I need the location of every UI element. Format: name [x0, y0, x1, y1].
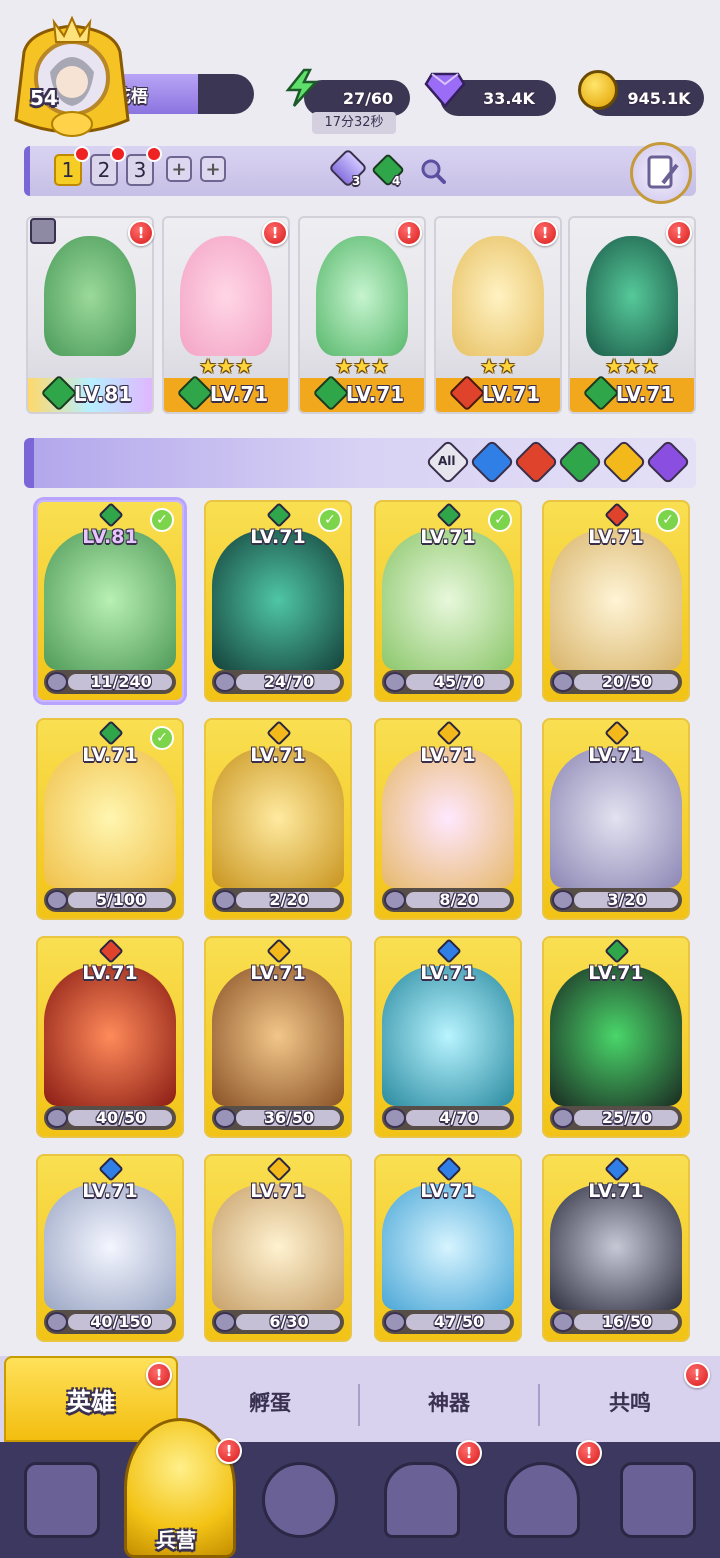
team-3-alert: [146, 146, 162, 162]
filter-all-label: All: [438, 454, 456, 468]
star-rating: ★★★: [335, 354, 389, 378]
map-icon[interactable]: [262, 1462, 338, 1538]
alert-badge: !: [216, 1438, 242, 1464]
hero-card[interactable]: LV.71 40/150: [36, 1154, 184, 1342]
alert-badge: !: [532, 220, 558, 246]
star-rating: ★★: [480, 354, 516, 378]
hero-level: LV.71: [250, 1180, 306, 1202]
hero-level: LV.71: [588, 526, 644, 548]
search-icon[interactable]: [420, 158, 446, 184]
alert-badge: !: [396, 220, 422, 246]
alert-badge: !: [262, 220, 288, 246]
hero-shards: 8/20: [439, 890, 479, 909]
hero-level: LV.71: [420, 526, 476, 548]
hero-shards: 40/150: [90, 1312, 152, 1331]
player-level: 54: [30, 86, 58, 110]
hero-shards: 25/70: [601, 1108, 653, 1127]
hero-card[interactable]: ✓ LV.81 11/240: [36, 500, 184, 702]
hero-card[interactable]: ✓ LV.71 20/50: [542, 500, 690, 702]
temple-icon[interactable]: [384, 1462, 460, 1538]
hero-shards: 5/100: [95, 890, 147, 909]
edit-team-button[interactable]: [630, 142, 692, 204]
hero-card[interactable]: LV.71 6/30: [204, 1154, 352, 1342]
guild-icon[interactable]: [620, 1462, 696, 1538]
hero-card[interactable]: LV.71 16/50: [542, 1154, 690, 1342]
hero-shards: 45/70: [433, 672, 485, 691]
hero-card[interactable]: LV.71 2/20: [204, 718, 352, 920]
hero-card[interactable]: LV.71 25/70: [542, 936, 690, 1138]
hero-level: LV.81: [82, 526, 138, 548]
gem-value: 33.4K: [483, 88, 535, 108]
hero-level: LV.71: [250, 744, 306, 766]
team-hero-slot-1[interactable]: LV.81: [26, 216, 154, 414]
gem-icon: [424, 70, 466, 108]
team-1-alert: [74, 146, 90, 162]
tab-hatch[interactable]: 孵蛋: [182, 1370, 358, 1434]
hero-level: LV.71: [82, 744, 138, 766]
hero-shards: 6/30: [269, 1312, 309, 1331]
gold-value: 945.1K: [627, 88, 691, 108]
hero-shards: 47/50: [433, 1312, 485, 1331]
cards-icon[interactable]: [24, 1462, 100, 1538]
hero-shards: 11/240: [90, 672, 152, 691]
hero-level: LV.71: [82, 962, 138, 984]
hero-level: LV.71: [250, 962, 306, 984]
alert-badge: !: [128, 220, 154, 246]
star-rating: ★★★: [605, 354, 659, 378]
avatar[interactable]: [10, 12, 134, 138]
alert-badge: !: [576, 1440, 602, 1466]
team-2-alert: [110, 146, 126, 162]
energy-timer: 17分32秒: [312, 112, 396, 134]
energy-value: 27/60: [342, 88, 394, 108]
hero-shards: 24/70: [263, 672, 315, 691]
hero-card[interactable]: LV.71 3/20: [542, 718, 690, 920]
hero-shards: 40/50: [95, 1108, 147, 1127]
alert-badge: !: [456, 1440, 482, 1466]
energy-icon: [282, 68, 322, 108]
hero-card[interactable]: ✓ LV.71 45/70: [374, 500, 522, 702]
hero-level: LV.71: [588, 744, 644, 766]
hero-level: LV.71: [250, 526, 306, 548]
hero-shards: 2/20: [269, 890, 309, 909]
star-rating: ★★★: [199, 354, 253, 378]
hero-level: LV.71: [82, 1180, 138, 1202]
hero-level: LV.71: [588, 1180, 644, 1202]
rank-ii-icon: [30, 218, 56, 244]
add-team-button-2[interactable]: +: [200, 156, 226, 182]
alert-badge: !: [146, 1362, 172, 1388]
mushroom-icon[interactable]: [504, 1462, 580, 1538]
hero-level: LV.71: [420, 744, 476, 766]
team-hero-slot-2[interactable]: ★★★ LV.71: [162, 216, 290, 414]
green-count: 4: [392, 174, 401, 188]
hero-shards: 20/50: [601, 672, 653, 691]
alert-badge: !: [684, 1362, 710, 1388]
nav-barracks-label: 兵营: [156, 1528, 196, 1552]
hero-card[interactable]: LV.71 4/70: [374, 936, 522, 1138]
hero-shards: 4/70: [439, 1108, 479, 1127]
hero-card[interactable]: LV.71 47/50: [374, 1154, 522, 1342]
hero-shards: 3/20: [607, 890, 647, 909]
hero-card[interactable]: ✓ LV.71 5/100: [36, 718, 184, 920]
hero-level: LV.71: [420, 962, 476, 984]
alert-badge: !: [666, 220, 692, 246]
gold-coin-icon: [578, 70, 618, 110]
tab-heroes-label: 英雄: [67, 1387, 115, 1416]
hero-card[interactable]: LV.71 36/50: [204, 936, 352, 1138]
hero-shards: 16/50: [601, 1312, 653, 1331]
hero-card[interactable]: ✓ LV.71 24/70: [204, 500, 352, 702]
hero-level: LV.71: [588, 962, 644, 984]
tab-artifacts[interactable]: 神器: [360, 1370, 538, 1434]
hero-card[interactable]: LV.71 8/20: [374, 718, 522, 920]
crystal-count: 3: [352, 174, 361, 188]
hero-card[interactable]: LV.71 40/50: [36, 936, 184, 1138]
bottom-nav: [0, 1442, 720, 1558]
hero-level: LV.71: [420, 1180, 476, 1202]
add-team-button[interactable]: +: [166, 156, 192, 182]
hero-shards: 36/50: [263, 1108, 315, 1127]
